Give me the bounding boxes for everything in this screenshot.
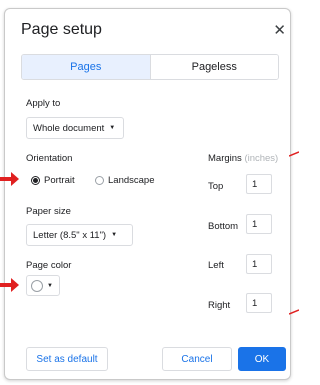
paper-size-value: Letter (8.5" x 11") xyxy=(33,229,107,241)
margins-title: Margins xyxy=(208,153,242,164)
dialog-title: Page setup xyxy=(21,21,102,38)
orientation-portrait-option[interactable]: Portrait xyxy=(31,175,75,186)
tab-group: Pages Pageless xyxy=(21,54,279,80)
orientation-landscape-option[interactable]: Landscape xyxy=(95,175,154,186)
orientation-label: Orientation xyxy=(26,153,73,164)
margin-bottom-input[interactable] xyxy=(246,214,272,234)
chevron-down-icon: ▼ xyxy=(109,125,116,131)
margin-bottom-label: Bottom xyxy=(208,221,239,232)
margin-left-label: Left xyxy=(208,260,224,271)
page-color-picker[interactable]: ▼ xyxy=(26,275,60,296)
tab-pageless[interactable]: Pageless xyxy=(150,55,278,79)
paper-size-dropdown[interactable]: Letter (8.5" x 11") ▼ xyxy=(26,224,133,246)
cancel-button[interactable]: Cancel xyxy=(162,347,232,371)
margin-left-input[interactable] xyxy=(246,254,272,274)
portrait-radio[interactable] xyxy=(31,176,40,185)
apply-to-dropdown[interactable]: Whole document ▼ xyxy=(26,117,124,139)
margins-label: Margins (inches) xyxy=(208,153,278,164)
chevron-down-icon: ▼ xyxy=(111,232,118,238)
annotation-bracket-top-icon xyxy=(289,151,299,157)
margin-top-input[interactable] xyxy=(246,174,272,194)
page-color-label: Page color xyxy=(26,260,72,271)
chevron-down-icon: ▼ xyxy=(47,282,53,289)
portrait-label: Portrait xyxy=(44,175,75,186)
apply-to-value: Whole document xyxy=(33,122,105,134)
close-icon[interactable]: ✕ xyxy=(273,23,286,38)
screenshot-stage: Page setup ✕ Pages Pageless Apply to Who… xyxy=(0,0,299,385)
landscape-label: Landscape xyxy=(108,175,155,186)
margin-right-label: Right xyxy=(208,300,231,311)
annotation-arrow-icon xyxy=(0,172,19,186)
color-swatch xyxy=(31,279,43,292)
annotation-bracket-bottom-icon xyxy=(289,309,299,315)
tab-pages[interactable]: Pages xyxy=(22,55,151,79)
annotation-arrow-icon xyxy=(0,278,19,292)
set-as-default-button[interactable]: Set as default xyxy=(26,347,108,371)
margins-unit: (inches) xyxy=(244,153,279,164)
margin-right-input[interactable] xyxy=(246,293,272,313)
apply-to-label: Apply to xyxy=(26,98,61,109)
landscape-radio[interactable] xyxy=(95,176,104,185)
ok-button[interactable]: OK xyxy=(238,347,286,371)
margin-top-label: Top xyxy=(208,181,224,192)
paper-size-label: Paper size xyxy=(26,206,71,217)
